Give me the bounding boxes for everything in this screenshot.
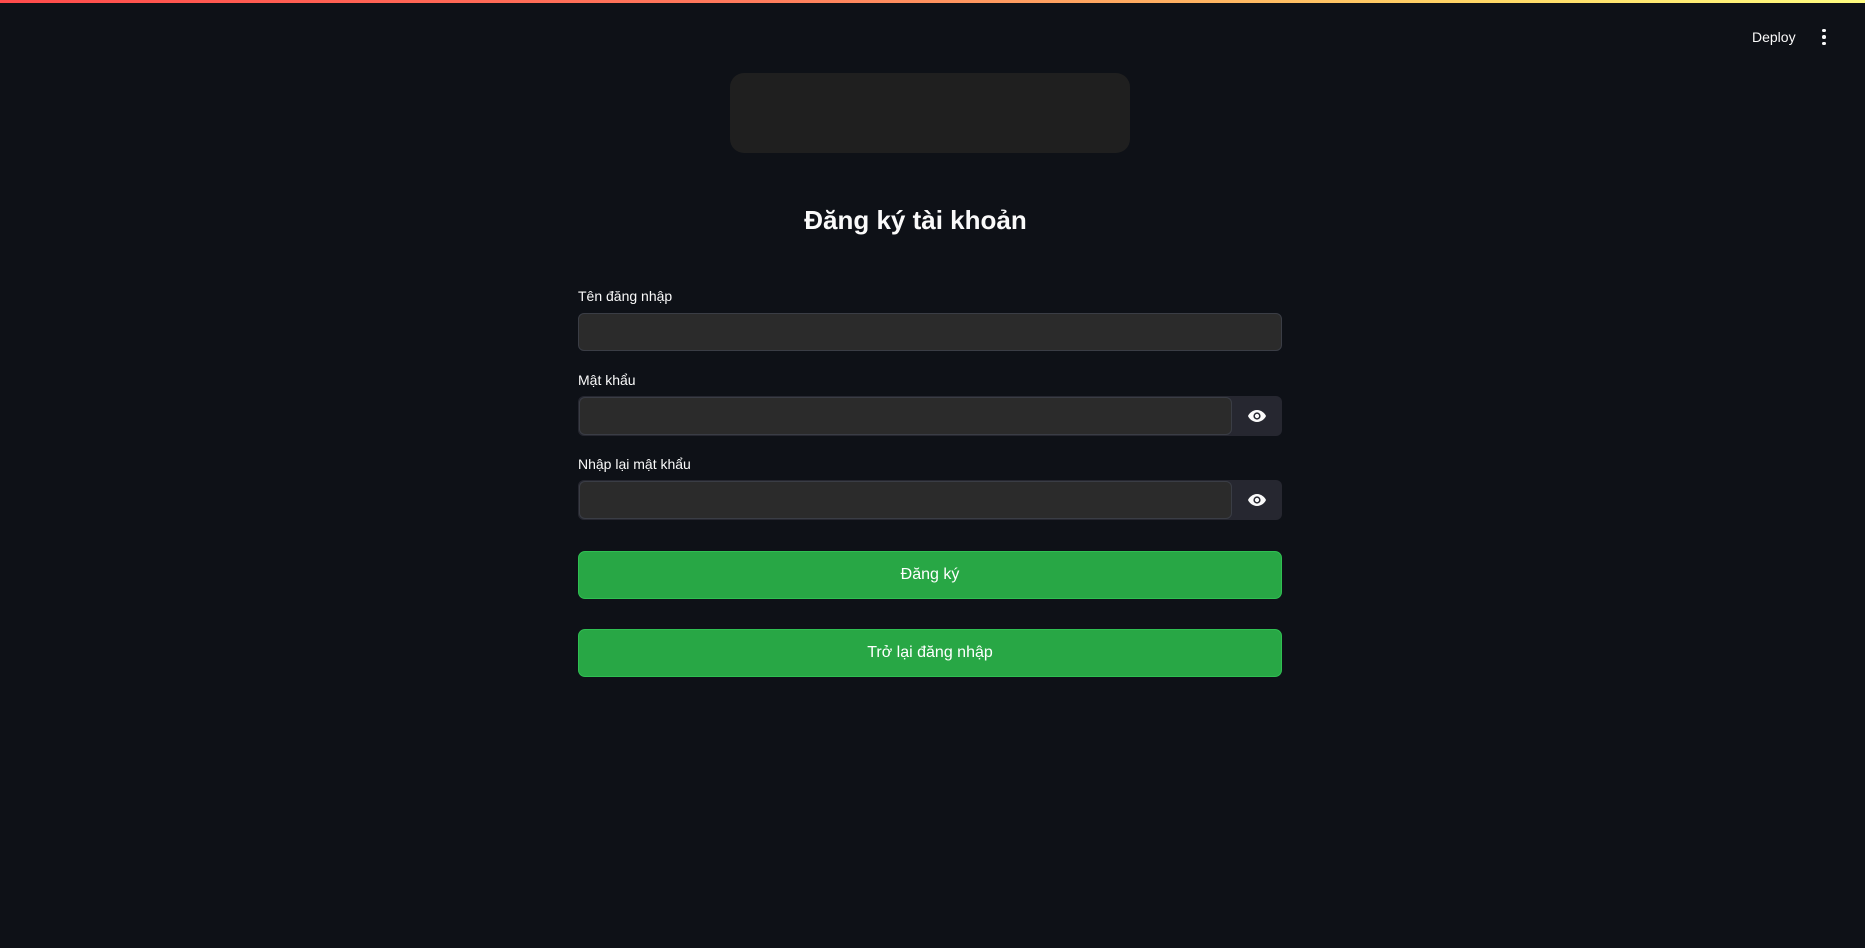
show-confirm-password-toggle[interactable]	[1232, 480, 1282, 520]
password-label: Mật khẩu	[578, 372, 636, 388]
deploy-button[interactable]: Deploy	[1746, 26, 1802, 48]
vertical-ellipsis-icon	[1822, 28, 1826, 33]
register-button[interactable]: Đăng ký	[578, 551, 1282, 599]
main-menu-button[interactable]	[1814, 26, 1834, 48]
password-field-group	[578, 396, 1282, 436]
show-password-toggle[interactable]	[1232, 396, 1282, 436]
confirm-password-input[interactable]	[579, 481, 1232, 519]
app-header: Deploy	[0, 0, 1865, 60]
page-title: Đăng ký tài khoản	[804, 205, 1027, 235]
eye-icon	[1248, 410, 1266, 422]
confirm-password-field-group	[578, 480, 1282, 520]
username-input[interactable]	[578, 313, 1282, 351]
back-to-login-button[interactable]: Trở lại đăng nhập	[578, 629, 1282, 677]
logo-placeholder	[730, 73, 1130, 153]
password-input[interactable]	[579, 397, 1232, 435]
eye-icon	[1248, 494, 1266, 506]
confirm-password-label: Nhập lại mật khẩu	[578, 456, 691, 472]
username-label: Tên đăng nhập	[578, 288, 673, 304]
